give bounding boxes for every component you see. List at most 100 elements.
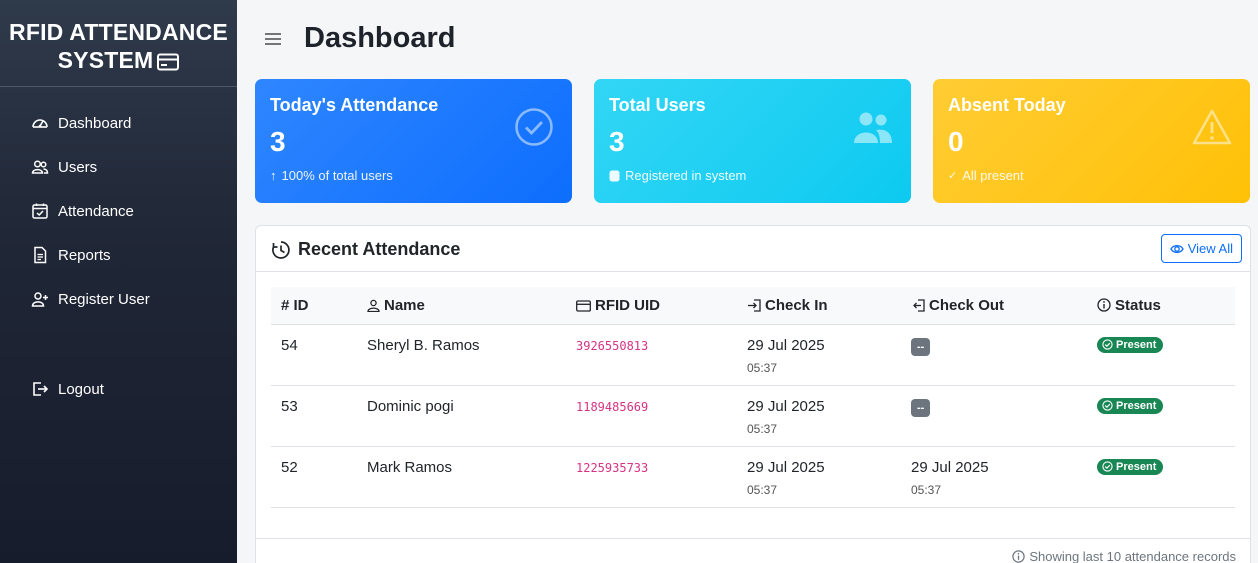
info-circle-icon xyxy=(1012,550,1026,563)
cell-rfid-uid: 1189485669 xyxy=(566,385,737,447)
check-in-date: 29 Jul 2025 xyxy=(747,336,825,354)
column-header-label: Check Out xyxy=(929,296,1005,314)
table-row[interactable]: 52 Mark Ramos 1225935733 29 Jul 2025 05:3… xyxy=(271,446,1235,508)
panel-title: Recent Attendance xyxy=(271,239,460,260)
card-subtitle-text: All present xyxy=(962,168,1024,183)
status-label: Present xyxy=(1116,460,1157,473)
column-header-label: Name xyxy=(384,296,425,314)
login-icon xyxy=(748,299,761,312)
footer-text: Showing last 10 attendance records xyxy=(1029,549,1236,563)
warning-icon xyxy=(1192,109,1232,145)
cell-id: 52 xyxy=(271,446,357,508)
check-in-time: 05:37 xyxy=(747,360,778,375)
sidebar-item-users[interactable]: Users xyxy=(0,145,237,189)
cell-name: Mark Ramos xyxy=(357,446,566,508)
column-header-label: RFID UID xyxy=(595,296,660,314)
cell-id: 53 xyxy=(271,385,357,447)
check-circle-icon xyxy=(1102,400,1113,411)
attendance-table: # ID Name RFID UID Check In Check Out St… xyxy=(271,287,1235,508)
cell-check-in: 29 Jul 2025 05:37 xyxy=(737,385,901,447)
hamburger-icon[interactable] xyxy=(264,30,282,48)
sidebar-item-label: Reports xyxy=(58,246,111,264)
column-header-check-out[interactable]: Check Out xyxy=(901,287,1087,325)
stat-card-today-attendance: Today's Attendance 3 ↑ 100% of total use… xyxy=(255,79,572,203)
sidebar: RFID ATTENDANCE SYSTEM Dashboard Users A… xyxy=(0,0,237,563)
people-icon xyxy=(854,112,892,143)
column-header-rfid-uid[interactable]: RFID UID xyxy=(566,287,737,325)
clock-history-icon xyxy=(272,240,290,259)
cell-check-out: 29 Jul 2025 05:37 xyxy=(901,446,1087,508)
check-out-date: 29 Jul 2025 xyxy=(911,458,989,476)
stat-card-absent-today: Absent Today 0 ✓ All present xyxy=(933,79,1250,203)
sidebar-item-label: Attendance xyxy=(58,202,134,220)
column-header-status[interactable]: Status xyxy=(1087,287,1235,325)
card-subtitle: Registered in system xyxy=(609,168,896,183)
people-icon xyxy=(31,160,49,174)
card-subtitle: ↑ 100% of total users xyxy=(270,168,557,183)
check-out-empty-badge: -- xyxy=(911,398,931,417)
sidebar-item-register-user[interactable]: Register User xyxy=(0,277,237,321)
speedometer-icon xyxy=(32,119,48,128)
status-label: Present xyxy=(1116,399,1157,412)
sidebar-item-attendance[interactable]: Attendance xyxy=(0,189,237,233)
recent-attendance-panel: Recent Attendance View All # ID Name RFI… xyxy=(255,225,1251,563)
check-in-time: 05:37 xyxy=(747,421,778,436)
check-circle-icon xyxy=(515,108,553,146)
cell-check-out: -- xyxy=(901,324,1087,386)
calendar-check-icon xyxy=(32,203,48,219)
records-footer: Showing last 10 attendance records xyxy=(1012,549,1236,563)
brand-line-1: RFID ATTENDANCE xyxy=(9,19,228,45)
cell-check-in: 29 Jul 2025 05:37 xyxy=(737,324,901,386)
card-icon xyxy=(157,53,180,71)
column-header-label: Check In xyxy=(765,296,828,314)
topbar: Dashboard xyxy=(237,0,1258,80)
cell-check-out: -- xyxy=(901,385,1087,447)
sidebar-item-label: Dashboard xyxy=(58,114,132,132)
card-subtitle-text: Registered in system xyxy=(625,168,747,183)
table-row[interactable]: 54 Sheryl B. Ramos 3926550813 29 Jul 202… xyxy=(271,324,1235,386)
main-content: Dashboard Today's Attendance 3 ↑ 100% of… xyxy=(237,0,1258,563)
check-out-time: 05:37 xyxy=(911,482,942,497)
person-plus-icon xyxy=(31,292,48,307)
brand-line-2: SYSTEM xyxy=(57,47,154,73)
column-header-id[interactable]: # ID xyxy=(271,287,357,325)
person-icon xyxy=(367,299,380,312)
panel-footer: Showing last 10 attendance records xyxy=(256,538,1250,563)
cell-name: Sheryl B. Ramos xyxy=(357,324,566,386)
sidebar-item-label: Users xyxy=(58,158,98,176)
brand[interactable]: RFID ATTENDANCE SYSTEM xyxy=(0,0,237,87)
table-header-row: # ID Name RFID UID Check In Check Out St… xyxy=(271,287,1235,325)
cell-status: Present xyxy=(1087,446,1235,508)
check-in-date: 29 Jul 2025 xyxy=(747,458,825,476)
view-all-button[interactable]: View All xyxy=(1160,234,1242,263)
logout-icon xyxy=(33,382,49,396)
sidebar-nav: Dashboard Users Attendance Reports Regis… xyxy=(0,87,237,411)
stat-card-total-users: Total Users 3 Registered in system xyxy=(594,79,911,203)
cell-status: Present xyxy=(1087,324,1235,386)
info-circle-icon xyxy=(1097,298,1111,312)
check-out-empty-badge: -- xyxy=(911,337,931,356)
card-subtitle-text: 100% of total users xyxy=(281,168,393,183)
status-badge: Present xyxy=(1097,458,1164,475)
page-title: Dashboard xyxy=(304,22,456,54)
table-row[interactable]: 53 Dominic pogi 1189485669 29 Jul 2025 05… xyxy=(271,385,1235,447)
view-all-label: View All xyxy=(1187,241,1233,256)
check-circle-icon xyxy=(1102,339,1113,350)
database-icon xyxy=(609,170,620,181)
column-header-check-in[interactable]: Check In xyxy=(737,287,901,325)
sidebar-item-reports[interactable]: Reports xyxy=(0,233,237,277)
file-text-icon xyxy=(34,246,47,264)
sidebar-item-label: Logout xyxy=(58,380,104,398)
cell-name: Dominic pogi xyxy=(357,385,566,447)
card-icon xyxy=(576,300,591,312)
arrow-up-icon: ↑ xyxy=(270,168,277,183)
cell-rfid-uid: 3926550813 xyxy=(566,324,737,386)
sidebar-item-logout[interactable]: Logout xyxy=(0,367,237,411)
status-badge: Present xyxy=(1097,336,1164,353)
check-in-time: 05:37 xyxy=(747,482,778,497)
status-label: Present xyxy=(1116,338,1157,351)
sidebar-item-dashboard[interactable]: Dashboard xyxy=(0,101,237,145)
column-header-label: Status xyxy=(1115,296,1161,314)
column-header-name[interactable]: Name xyxy=(357,287,566,325)
check-icon: ✓ xyxy=(948,170,958,182)
